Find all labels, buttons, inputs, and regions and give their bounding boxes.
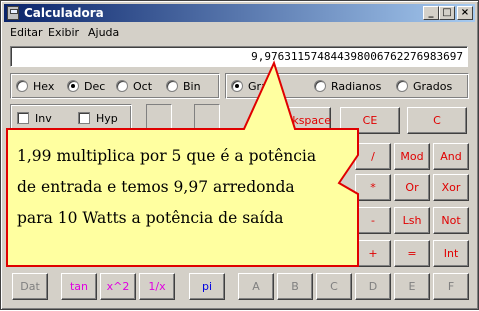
plus-button[interactable]: + — [355, 240, 391, 267]
callout-text: 1,99 multiplica por 5 que é a potência d… — [17, 141, 347, 234]
hex-d-button[interactable]: D — [355, 273, 391, 300]
pi-button[interactable]: pi — [189, 273, 225, 300]
hex-f-button[interactable]: F — [433, 273, 469, 300]
close-button[interactable]: × — [457, 6, 473, 20]
menu-ajuda[interactable]: Ajuda — [88, 26, 119, 39]
radio-dot — [16, 80, 28, 92]
hex-e-button[interactable]: E — [394, 273, 430, 300]
callout-line: para 10 Watts a potência de saída — [17, 209, 284, 227]
radio-dot-selected — [231, 80, 243, 92]
hex-a-button[interactable]: A — [238, 273, 274, 300]
mod-button[interactable]: Mod — [394, 143, 430, 170]
radio-dot — [116, 80, 128, 92]
minimize-button[interactable]: _ — [423, 6, 439, 20]
xor-button[interactable]: Xor — [433, 174, 469, 201]
dat-button[interactable]: Dat — [12, 273, 48, 300]
c-button[interactable]: C — [407, 107, 467, 134]
window-title: Calculadora — [24, 6, 104, 20]
checkbox-box — [17, 112, 29, 124]
menu-bar: Editar Exibir Ajuda — [4, 23, 475, 41]
calculator-display: 9,976311574844398006762276983697 — [10, 46, 468, 67]
menu-editar[interactable]: Editar — [10, 26, 43, 39]
or-button[interactable]: Or — [394, 174, 430, 201]
multiply-button[interactable]: * — [355, 174, 391, 201]
minus-button[interactable]: - — [355, 207, 391, 234]
hex-c-button[interactable]: C — [316, 273, 352, 300]
menu-exibir[interactable]: Exibir — [48, 26, 79, 39]
calculator-icon — [7, 6, 19, 20]
hex-b-button[interactable]: B — [277, 273, 313, 300]
lsh-button[interactable]: Lsh — [394, 207, 430, 234]
callout-line: de entrada e temos 9,97 arredonda — [17, 178, 295, 196]
square-button[interactable]: x^2 — [100, 273, 136, 300]
parenthesis-indicator — [194, 104, 220, 130]
radio-dot — [396, 80, 408, 92]
inv-hyp-group: Inv Hyp — [10, 104, 132, 132]
ce-button[interactable]: CE — [340, 107, 400, 134]
divide-button[interactable]: / — [355, 143, 391, 170]
angle-radio-group: Graus Radianos Grados — [225, 73, 469, 99]
backspace-button[interactable]: Backspace — [271, 107, 331, 134]
callout-line: 1,99 multiplica por 5 que é a potência — [17, 147, 317, 165]
base-radio-group: Hex Dec Oct Bin — [10, 73, 220, 99]
not-button[interactable]: Not — [433, 207, 469, 234]
equals-button[interactable]: = — [394, 240, 430, 267]
title-bar[interactable]: Calculadora _ □ × — [4, 4, 475, 22]
maximize-button[interactable]: □ — [439, 6, 455, 20]
reciprocal-button[interactable]: 1/x — [139, 273, 175, 300]
radio-dot — [314, 80, 326, 92]
checkbox-box — [78, 112, 90, 124]
radio-dot — [166, 80, 178, 92]
tan-button[interactable]: tan — [61, 273, 97, 300]
int-button[interactable]: Int — [433, 240, 469, 267]
and-button[interactable]: And — [433, 143, 469, 170]
calculator-window: Calculadora _ □ × Editar Exibir Ajuda 9,… — [0, 0, 479, 310]
memory-indicator — [146, 104, 172, 130]
radio-dot-selected — [67, 80, 79, 92]
